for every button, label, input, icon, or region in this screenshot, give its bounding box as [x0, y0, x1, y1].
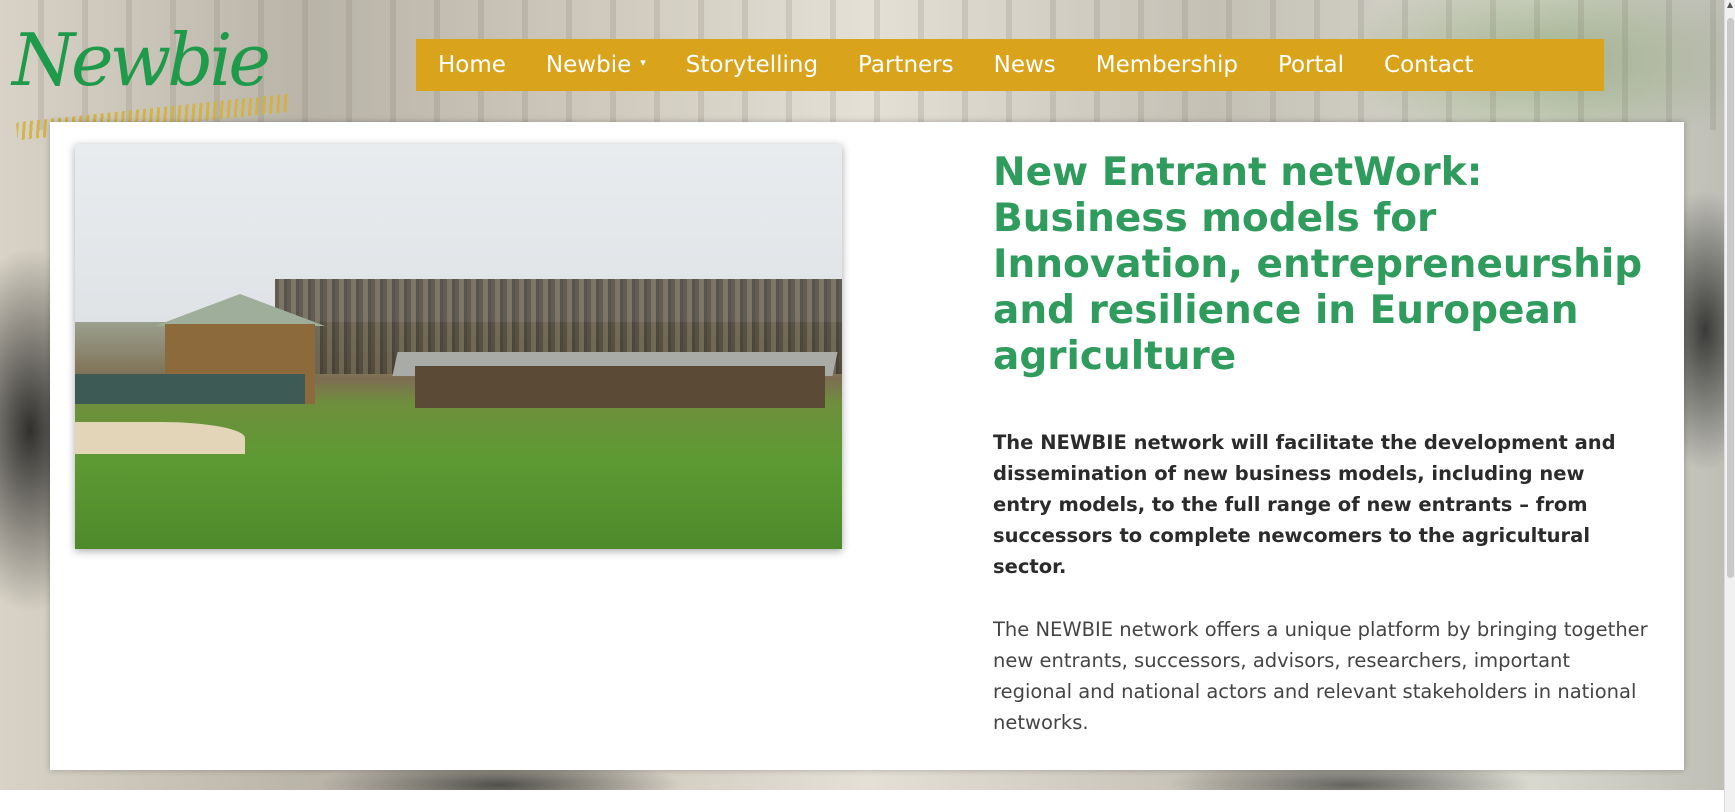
nav-item-portal[interactable]: Portal: [1278, 52, 1344, 78]
nav-item-contact[interactable]: Contact: [1384, 52, 1473, 78]
nav-label: Membership: [1095, 52, 1238, 78]
scrollbar-thumb[interactable]: [1727, 18, 1734, 578]
nav-label: Partners: [858, 52, 954, 78]
nav-item-storytelling[interactable]: Storytelling: [686, 52, 818, 78]
body-paragraph: The NEWBIE network offers a unique platf…: [993, 618, 1648, 734]
photo-stable: [415, 366, 825, 408]
intro-card: New Entrant netWork: Business models for…: [50, 122, 1684, 770]
photo-barn-roof: [155, 294, 325, 326]
main-navigation: Home Newbie ▾ Storytelling Partners News …: [416, 39, 1604, 91]
nav-item-newbie[interactable]: Newbie ▾: [546, 52, 646, 78]
logo-text: Newbie: [12, 18, 271, 102]
photo-sand: [75, 422, 245, 454]
scroll-up-icon[interactable]: [1727, 2, 1733, 8]
nav-label: News: [993, 52, 1056, 78]
farm-photo: [75, 144, 842, 549]
nav-label: Home: [438, 52, 506, 78]
lead-paragraph: The NEWBIE network will facilitate the d…: [993, 431, 1616, 578]
nav-label: Portal: [1277, 52, 1345, 78]
nav-item-membership[interactable]: Membership: [1096, 52, 1238, 78]
page-title: New Entrant netWork: Business models for…: [993, 150, 1643, 379]
nav-item-home[interactable]: Home: [438, 52, 506, 78]
nav-item-partners[interactable]: Partners: [858, 52, 954, 78]
nav-label: Storytelling: [685, 52, 819, 78]
nav-item-news[interactable]: News: [994, 52, 1056, 78]
nav-label: Newbie: [545, 52, 632, 78]
photo-shed: [75, 374, 305, 404]
nav-label: Contact: [1384, 52, 1474, 78]
page-scrollbar[interactable]: [1724, 0, 1735, 812]
caret-down-icon: ▾: [640, 55, 646, 69]
